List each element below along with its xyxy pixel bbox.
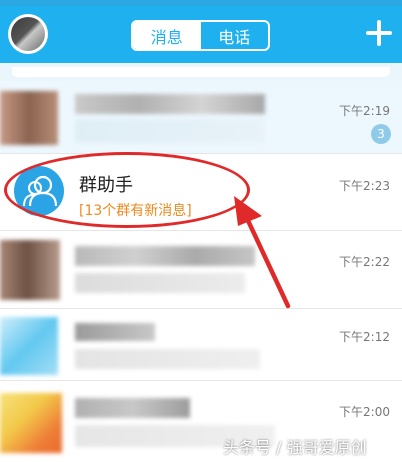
conversation-time: 下午2:12: [339, 330, 390, 344]
watermark: 头条号 / 强哥爱原创: [223, 438, 367, 457]
conversation-avatar: [0, 317, 58, 375]
conversation-title: [75, 398, 190, 418]
conversation-avatar: [0, 393, 62, 453]
conversation-title: [75, 323, 155, 341]
top-bar: 消息 电话: [0, 0, 402, 63]
plus-icon[interactable]: [366, 20, 392, 46]
conversation-time: 下午2:00: [339, 405, 390, 419]
conversation-row-4[interactable]: 下午2:12: [0, 309, 402, 381]
conversation-avatar: [0, 91, 58, 145]
conversation-row-1[interactable]: 下午2:19: [0, 81, 402, 154]
search-field-edge: [12, 67, 390, 77]
conversation-avatar: [0, 240, 60, 300]
highlight-ellipse: [4, 152, 250, 228]
status-bar: [0, 0, 402, 6]
conversation-time: 下午2:19: [339, 104, 390, 118]
avatar[interactable]: [8, 14, 48, 54]
tab-messages[interactable]: 消息: [133, 22, 201, 49]
tab-calls[interactable]: 电话: [201, 22, 269, 49]
avatar-image: [11, 17, 45, 51]
unread-badge: 3: [371, 124, 391, 144]
conversation-row-3[interactable]: 下午2:22: [0, 231, 402, 309]
conversation-preview: [75, 273, 245, 293]
conversation-preview: [75, 349, 260, 369]
tab-switcher: 消息 电话: [131, 20, 270, 51]
conversation-preview: [75, 119, 265, 143]
conversation-title: [75, 246, 255, 266]
conversation-time: 下午2:22: [339, 255, 390, 269]
search-bar[interactable]: [0, 63, 402, 81]
conversation-time: 下午2:23: [339, 179, 390, 193]
conversation-title: [75, 94, 265, 114]
